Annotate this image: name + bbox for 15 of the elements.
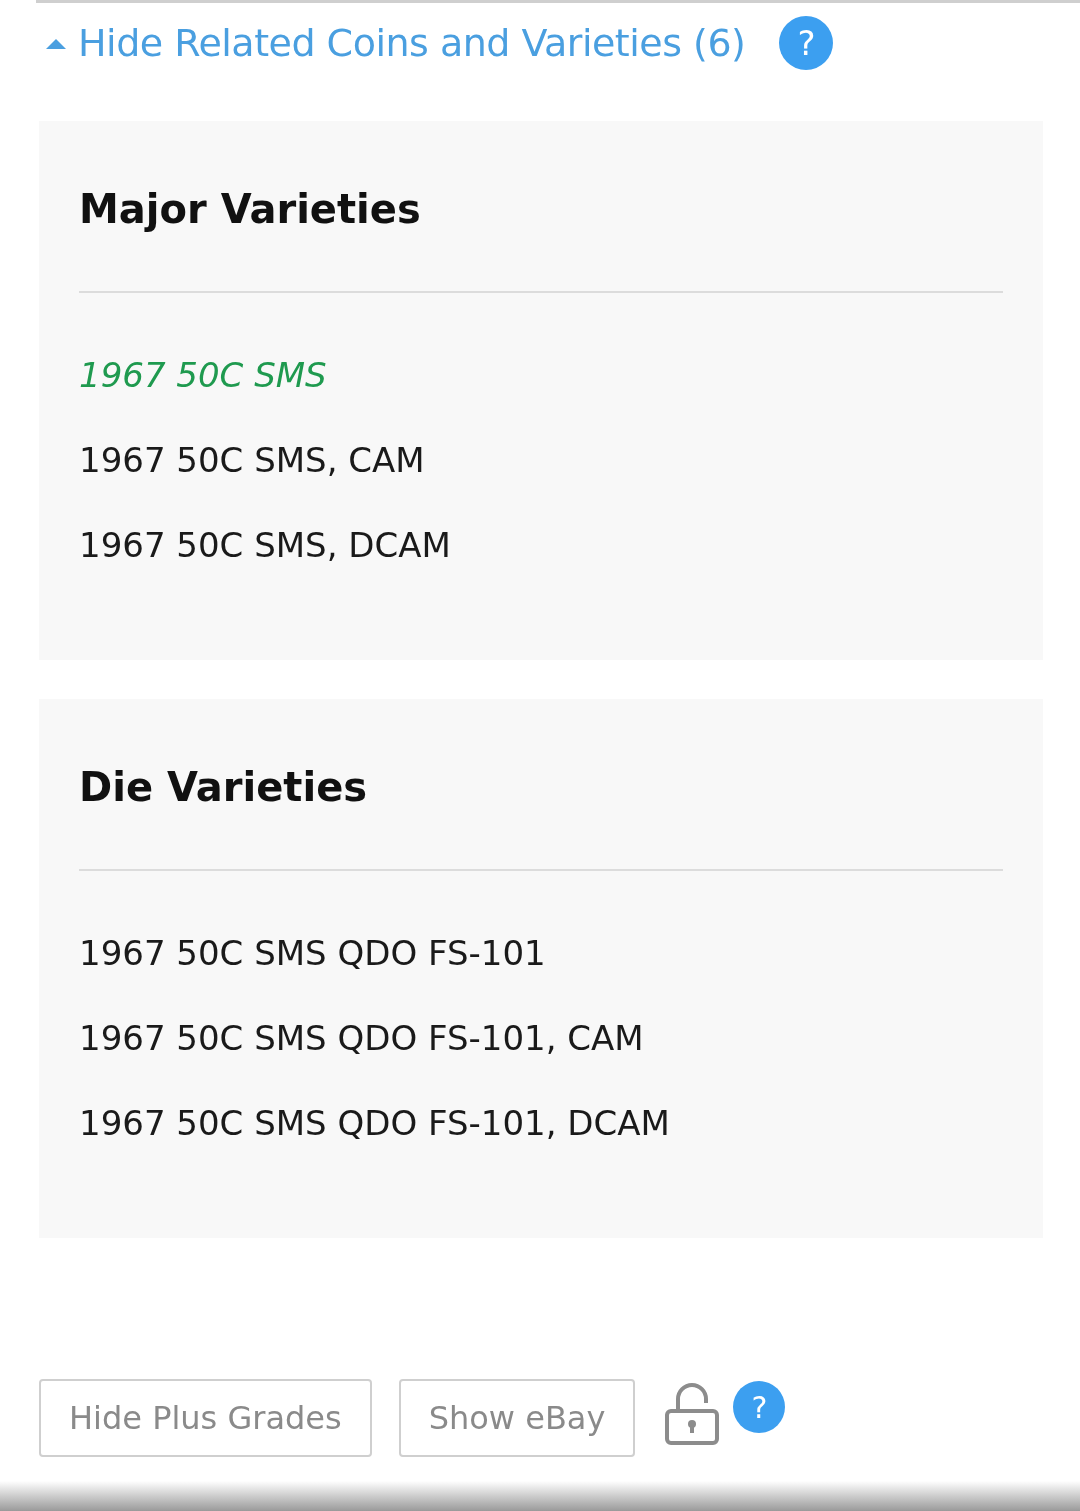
variety-link[interactable]: 1967 50C SMS QDO FS-101, CAM — [79, 1016, 644, 1061]
section-title: Die Varieties — [79, 763, 369, 811]
toggle-link[interactable]: Hide Related Coins and Varieties (6) — [46, 21, 746, 65]
variety-link[interactable]: 1967 50C SMS, DCAM — [79, 523, 451, 568]
variety-link[interactable]: 1967 50C SMS QDO FS-101 — [79, 931, 546, 976]
variety-link[interactable]: 1967 50C SMS — [79, 353, 327, 398]
help-button[interactable]: ? — [733, 1381, 786, 1433]
toggle-button[interactable]: Show eBay — [398, 1379, 636, 1457]
help-button[interactable]: ? — [779, 16, 834, 70]
unlocked-padlock-icon[interactable] — [664, 1383, 721, 1445]
caret-icon — [46, 37, 66, 49]
toggle-button[interactable]: Hide Plus Grades — [39, 1379, 372, 1457]
variety-link[interactable]: 1967 50C SMS, CAM — [79, 438, 425, 483]
section-title: Major Varieties — [79, 185, 422, 233]
variety-link[interactable]: 1967 50C SMS QDO FS-101, DCAM — [79, 1101, 670, 1146]
